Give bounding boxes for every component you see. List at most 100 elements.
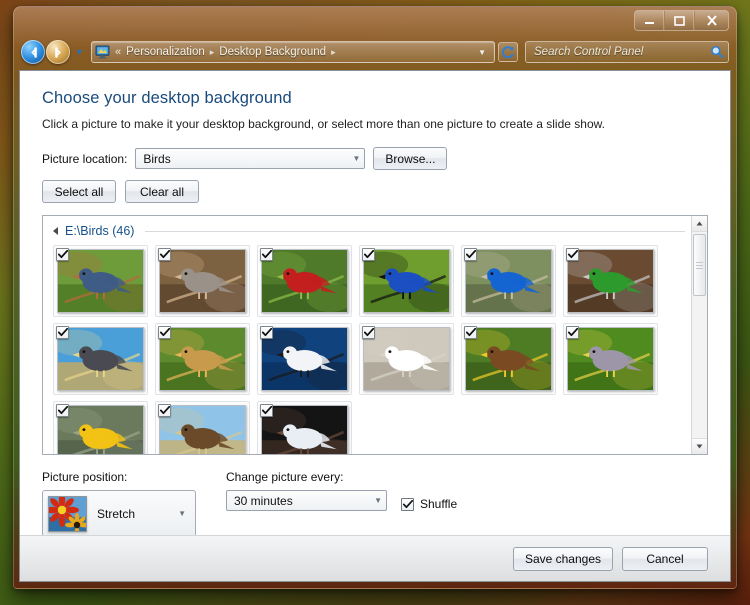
chevron-down-icon: ▼ — [374, 496, 382, 505]
thumbnail-checkbox[interactable] — [362, 248, 375, 261]
thumbnail-eastern-bluebird-on-stump[interactable] — [461, 245, 556, 317]
thumbnail-checkbox[interactable] — [56, 248, 69, 261]
picture-position-value: Stretch — [97, 506, 136, 521]
page-subtitle: Click a picture to make it your desktop … — [42, 117, 605, 131]
thumbnail-artwork — [466, 328, 551, 390]
chevron-down-icon: ▼ — [178, 509, 186, 518]
thumbnail-artwork — [58, 250, 143, 312]
scroll-up-arrow-icon — [696, 221, 703, 226]
thumbnail-checkbox[interactable] — [260, 326, 273, 339]
thumbnail-checkbox[interactable] — [158, 248, 171, 261]
forward-button[interactable] — [46, 40, 70, 64]
search-box[interactable] — [525, 41, 729, 63]
thumbnail-hawk-on-grassland[interactable] — [155, 401, 250, 454]
address-bar[interactable]: « Personalization ▸ Desktop Background ▸… — [91, 41, 495, 63]
thumbnail-checkbox[interactable] — [158, 326, 171, 339]
breadcrumb-desktop-background[interactable]: Desktop Background — [219, 46, 326, 58]
thumbnail-penguin-on-iceberg[interactable] — [257, 323, 352, 395]
personalization-monitor-icon — [95, 45, 110, 59]
close-button[interactable] — [695, 11, 728, 30]
flower-image — [49, 496, 86, 531]
thumbnail-titmouse-on-green-background[interactable] — [563, 323, 658, 395]
gallery-group-label: E:\Birds (46) — [65, 224, 135, 238]
change-picture-label: Change picture every: — [226, 470, 344, 484]
thumbnail-image — [465, 327, 552, 391]
thumbnail-checkbox[interactable] — [158, 404, 171, 417]
thumbnail-artwork — [58, 406, 143, 454]
save-changes-button[interactable]: Save changes — [512, 546, 613, 571]
thumbnail-cedar-waxwing-on-branch[interactable] — [155, 323, 250, 395]
thumbnail-image — [159, 327, 246, 391]
thumbnail-artwork — [568, 328, 653, 390]
thumbnail-green-and-grey-parrots[interactable] — [563, 245, 658, 317]
scroll-down-button[interactable] — [692, 438, 707, 454]
address-dropdown-button[interactable]: ▼ — [474, 48, 490, 57]
search-input[interactable] — [534, 46, 710, 58]
thumbnail-bluebird-on-fence-post[interactable] — [53, 245, 148, 317]
scrollbar-track[interactable] — [692, 232, 707, 438]
thumbnail-blue-morpho-butterfly[interactable] — [359, 245, 454, 317]
thumbnail-artwork — [160, 328, 245, 390]
checkmark-icon — [159, 406, 170, 415]
thumbnail-image — [363, 327, 450, 391]
thumbnail-yellow-warbler-on-leaves[interactable] — [53, 401, 148, 454]
thumbnail-bird-among-sunflowers[interactable] — [461, 323, 556, 395]
thumbnail-checkbox[interactable] — [566, 248, 579, 261]
cancel-button[interactable]: Cancel — [622, 546, 708, 571]
thumbnail-checkbox[interactable] — [464, 326, 477, 339]
thumbnail-checkbox[interactable] — [260, 404, 273, 417]
history-dropdown-button[interactable]: ▼ — [73, 47, 86, 57]
thumbnail-checkbox[interactable] — [362, 326, 375, 339]
triangle-collapse-icon[interactable] — [53, 227, 58, 235]
forward-arrow-icon — [54, 46, 61, 58]
picture-location-value: Birds — [143, 151, 171, 166]
thumbnail-tufted-titmouse-on-branch[interactable] — [155, 245, 250, 317]
close-icon — [706, 15, 717, 26]
checkmark-icon — [261, 328, 272, 337]
back-button[interactable] — [21, 40, 45, 64]
scrollbar-thumb[interactable] — [693, 234, 706, 296]
picture-location-combo[interactable]: Birds ▼ — [135, 148, 366, 169]
breadcrumb-personalization[interactable]: Personalization — [126, 46, 205, 58]
thumbnail-peregrine-falcon-on-rock[interactable] — [53, 323, 148, 395]
shuffle-checkbox-row[interactable]: Shuffle — [401, 497, 457, 511]
scroll-up-button[interactable] — [692, 216, 707, 232]
checkmark-icon — [261, 406, 272, 415]
thumbnail-checkbox[interactable] — [566, 326, 579, 339]
clear-all-button[interactable]: Clear all — [125, 180, 199, 203]
title-bar[interactable] — [13, 6, 737, 38]
breadcrumb-separator-2[interactable]: ▸ — [331, 47, 336, 58]
chevron-down-icon: ▼ — [75, 47, 84, 57]
back-arrow-icon — [30, 46, 37, 58]
thumbnail-artwork — [58, 328, 143, 390]
thumbnail-checkbox[interactable] — [464, 248, 477, 261]
gallery-group-header[interactable]: E:\Birds (46) — [53, 224, 685, 238]
breadcrumb-overflow[interactable]: « — [115, 46, 121, 58]
maximize-button[interactable] — [665, 11, 694, 30]
thumbnail-northern-cardinal-in-tree[interactable] — [257, 245, 352, 317]
gallery-scrollbar[interactable] — [691, 216, 707, 454]
content-pane: Choose your desktop background Click a p… — [20, 71, 730, 535]
thumbnail-image — [261, 249, 348, 313]
thumbnail-artwork — [364, 328, 449, 390]
thumbnail-checkbox[interactable] — [260, 248, 273, 261]
shuffle-label: Shuffle — [420, 497, 458, 511]
thumbnail-image — [567, 249, 654, 313]
thumbnail-checkbox[interactable] — [56, 404, 69, 417]
checkmark-icon — [57, 406, 68, 415]
breadcrumb-separator-1[interactable]: ▸ — [210, 47, 215, 58]
picture-position-combo[interactable]: Stretch ▼ — [42, 490, 196, 535]
change-picture-interval-combo[interactable]: 30 minutes ▼ — [226, 490, 387, 511]
shuffle-checkbox[interactable] — [401, 497, 414, 511]
search-magnifier-icon[interactable] — [710, 45, 724, 59]
thumbnail-checkbox[interactable] — [56, 326, 69, 339]
minimize-button[interactable] — [635, 11, 664, 30]
browse-button[interactable]: Browse... — [373, 147, 448, 170]
thumbnail-gull-against-dark-wall[interactable] — [257, 401, 352, 454]
select-all-button[interactable]: Select all — [42, 180, 116, 203]
refresh-button[interactable] — [498, 42, 518, 62]
caption-button-group — [634, 10, 729, 31]
thumbnail-white-dove-on-rail[interactable] — [359, 323, 454, 395]
thumbnail-artwork — [364, 250, 449, 312]
checkmark-icon — [363, 250, 374, 259]
